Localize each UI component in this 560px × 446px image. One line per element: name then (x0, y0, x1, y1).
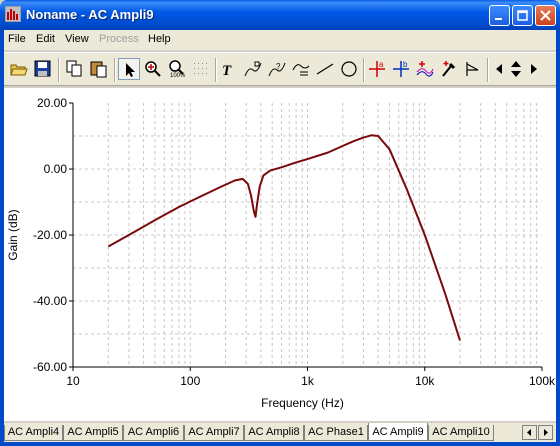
save-icon (34, 60, 51, 77)
label-tool-2-icon: ? (268, 62, 286, 77)
x-tick-label: 10 (66, 374, 80, 388)
title-bar[interactable]: Noname - AC Ampli9 (0, 0, 560, 30)
marker-button[interactable] (462, 58, 484, 80)
cursor-a-button[interactable]: a (366, 58, 388, 80)
add-curve-button[interactable] (414, 58, 436, 80)
tab-ac-ampli7[interactable]: AC Ampli7 (184, 425, 244, 441)
svg-text:?: ? (276, 62, 281, 71)
menu-bar: File Edit View Process Help (4, 30, 556, 50)
pointer-button[interactable] (118, 58, 140, 80)
text-icon: T (222, 63, 232, 78)
grid-button[interactable] (190, 58, 212, 80)
up-down-arrow-button[interactable] (507, 58, 525, 80)
x-axis-label: Frequency (Hz) (261, 396, 344, 410)
maximize-button[interactable] (512, 5, 533, 26)
chart-area[interactable]: 20.00 0.00 -20.00 -40.00 -60.00 10 100 1k 10k 100… (4, 88, 556, 421)
save-button[interactable] (32, 58, 54, 80)
tab-ac-ampli9[interactable]: AC Ampli9 (368, 423, 428, 441)
x-tick-label: 100k (529, 374, 556, 388)
grid-icon (194, 63, 207, 74)
tab-scroll-right-button[interactable] (538, 425, 553, 440)
line-tool-button[interactable] (314, 58, 336, 80)
tab-ac-ampli10[interactable]: AC Ampli10 (428, 425, 494, 441)
copy-icon (66, 60, 82, 77)
y-tick-label: 0.00 (44, 162, 68, 176)
minimize-button[interactable] (489, 5, 510, 26)
menu-edit[interactable]: Edit (36, 33, 55, 45)
app-icon (4, 5, 22, 23)
zoom-100-icon: 100% (169, 60, 186, 78)
y-tick-label: -40.00 (33, 294, 67, 308)
close-button[interactable] (535, 5, 556, 26)
svg-text:b: b (403, 60, 408, 69)
zoom-in-button[interactable] (142, 58, 164, 80)
menu-process[interactable]: Process (99, 33, 139, 45)
paste-button[interactable] (88, 58, 110, 80)
scroll-right-icon (544, 429, 548, 436)
add-point-icon (442, 61, 456, 77)
copy-button[interactable] (64, 58, 86, 80)
svg-text:T: T (222, 63, 232, 78)
label-tool-3-button[interactable] (290, 58, 312, 80)
cursor-a-icon: a (369, 60, 385, 77)
line-tool-icon (316, 63, 334, 75)
tab-scroll-left-button[interactable] (522, 425, 537, 440)
label-tool-2-button[interactable]: ? (266, 58, 288, 80)
text-tool-button[interactable]: T (218, 58, 240, 80)
right-arrow-button[interactable] (526, 58, 540, 80)
tab-bar: AC Ampli4 AC Ampli5 AC Ampli6 AC Ampli7 … (4, 423, 556, 442)
svg-text:a: a (379, 60, 384, 69)
menu-help[interactable]: Help (148, 33, 171, 45)
menu-view[interactable]: View (65, 33, 89, 45)
zoom-in-icon (145, 61, 161, 77)
x-tick-label: 100 (180, 374, 200, 388)
y-tick-label: -60.00 (33, 360, 67, 374)
cursor-b-button[interactable]: b (390, 58, 412, 80)
pointer-icon (126, 63, 135, 77)
tab-ac-phase1[interactable]: AC Phase1 (304, 425, 368, 441)
add-point-button[interactable] (438, 58, 460, 80)
y-tick-label: -20.00 (33, 228, 67, 242)
open-button[interactable] (8, 58, 30, 80)
tab-ac-ampli8[interactable]: AC Ampli8 (244, 425, 304, 441)
up-down-arrow-icon (511, 61, 521, 77)
paste-icon (90, 61, 107, 78)
svg-text:100%: 100% (170, 73, 186, 78)
label-tool-3-icon (292, 64, 310, 76)
gain-chart[interactable]: 20.00 0.00 -20.00 -40.00 -60.0010 100 1k 10k 100… (4, 88, 556, 421)
scroll-left-icon (527, 429, 531, 436)
gain-series-line (107, 134, 461, 341)
marker-icon (466, 62, 479, 76)
tab-ac-ampli4[interactable]: AC Ampli4 (4, 425, 63, 441)
label-tool-1-icon (244, 61, 262, 77)
tab-ac-ampli6[interactable]: AC Ampli6 (123, 425, 184, 441)
cursor-b-icon: b (393, 60, 409, 77)
left-arrow-button[interactable] (492, 58, 506, 80)
x-tick-label: 10k (415, 374, 435, 388)
window-title: Noname - AC Ampli9 (26, 7, 154, 22)
open-icon (10, 64, 28, 76)
y-axis-label: Gain (dB) (6, 209, 20, 260)
toolbar: 100% T ? a b (4, 52, 556, 86)
label-tool-1-button[interactable] (242, 58, 264, 80)
zoom-100-button[interactable]: 100% (166, 58, 188, 80)
add-curve-icon (416, 61, 434, 77)
left-arrow-icon (496, 64, 502, 74)
menu-file[interactable]: File (8, 33, 26, 45)
right-arrow-icon (531, 64, 537, 74)
circle-tool-button[interactable] (338, 58, 360, 80)
x-tick-label: 1k (301, 374, 315, 388)
circle-tool-icon (341, 61, 357, 77)
y-tick-label: 20.00 (37, 96, 67, 110)
tab-ac-ampli5[interactable]: AC Ampli5 (63, 425, 123, 441)
